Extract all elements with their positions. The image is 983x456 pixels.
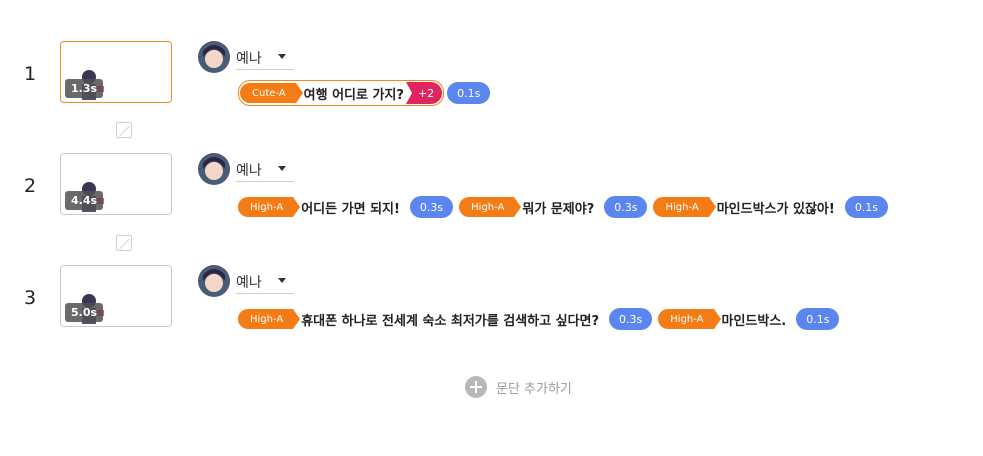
selected-segment[interactable]: Cute-A 여행 어디로 가지? +2 — [238, 80, 445, 106]
sentence-text[interactable]: 마인드박스가 있잖아! — [717, 198, 835, 217]
caret-down-icon — [278, 278, 286, 283]
sentence-text[interactable]: 여행 어디로 가지? — [304, 84, 404, 103]
voice-tag[interactable]: High-A — [658, 309, 721, 329]
voice-tag[interactable]: High-A — [238, 309, 301, 329]
pause-pill[interactable]: 0.3s — [604, 196, 648, 218]
voice-tag[interactable]: High-A — [459, 197, 522, 217]
voice-tag[interactable]: High-A — [238, 197, 301, 217]
paragraph-row-2: 2 4.4s 예나 High-A 어디든 가면 되지! 0.3s High-A … — [0, 153, 983, 231]
merge-paragraph-icon[interactable] — [116, 122, 132, 138]
caret-down-icon — [278, 54, 286, 59]
avatar[interactable] — [198, 265, 230, 297]
paragraph-row-1: 1 1.3s 예나 Cute-A 여행 어디로 가지? +2 0.1s — [0, 41, 983, 119]
sentence-text[interactable]: 어디든 가면 되지! — [301, 198, 400, 217]
merge-paragraph-icon[interactable] — [116, 235, 132, 251]
speaker-name: 예나 — [236, 163, 262, 179]
duration-badge: 4.4s — [65, 191, 104, 210]
sentence-line: High-A 휴대폰 하나로 전세계 숙소 최저가를 검색하고 싶다면? 0.3… — [238, 307, 845, 331]
plus-circle-icon — [465, 376, 487, 398]
scene-thumbnail[interactable]: 5.0s — [60, 265, 172, 327]
paragraph-number: 3 — [24, 287, 37, 309]
sentence-line: Cute-A 여행 어디로 가지? +2 0.1s — [238, 80, 496, 106]
scene-thumbnail[interactable]: 4.4s — [60, 153, 172, 215]
speaker-name: 예나 — [236, 275, 262, 291]
sentence-text[interactable]: 휴대폰 하나로 전세계 숙소 최저가를 검색하고 싶다면? — [301, 310, 599, 329]
paragraph-number: 1 — [24, 63, 37, 85]
sentence-line: High-A 어디든 가면 되지! 0.3s High-A 뭐가 문제야? 0.… — [238, 195, 894, 219]
pause-pill[interactable]: 0.1s — [447, 82, 491, 104]
add-paragraph-label: 문단 추가하기 — [496, 381, 572, 397]
voice-tag[interactable]: High-A — [653, 197, 716, 217]
pause-pill[interactable]: 0.1s — [796, 308, 840, 330]
paragraph-number: 2 — [24, 175, 37, 197]
sentence-text[interactable]: 마인드박스. — [722, 310, 787, 329]
voice-tag[interactable]: Cute-A — [240, 83, 303, 103]
speaker-name: 예나 — [236, 51, 262, 67]
caret-down-icon — [278, 166, 286, 171]
sentence-text[interactable]: 뭐가 문제야? — [522, 198, 594, 217]
pause-pill[interactable]: 0.1s — [844, 196, 889, 218]
paragraph-row-3: 3 5.0s 예나 High-A 휴대폰 하나로 전세계 숙소 최저가를 검색하… — [0, 265, 983, 343]
avatar[interactable] — [198, 153, 230, 185]
duration-badge: 5.0s — [65, 303, 104, 322]
duration-badge: 1.3s — [65, 79, 104, 98]
pause-pill[interactable]: 0.3s — [609, 308, 653, 330]
pause-pill[interactable]: 0.3s — [409, 196, 454, 218]
scene-thumbnail[interactable]: 1.3s — [60, 41, 172, 103]
speaker-dropdown[interactable]: 예나 — [236, 271, 294, 294]
add-paragraph-button[interactable]: 문단 추가하기 — [465, 376, 572, 398]
extra-count-badge[interactable]: +2 — [405, 82, 443, 104]
avatar[interactable] — [198, 41, 230, 73]
speaker-dropdown[interactable]: 예나 — [236, 47, 294, 70]
speaker-dropdown[interactable]: 예나 — [236, 159, 294, 182]
